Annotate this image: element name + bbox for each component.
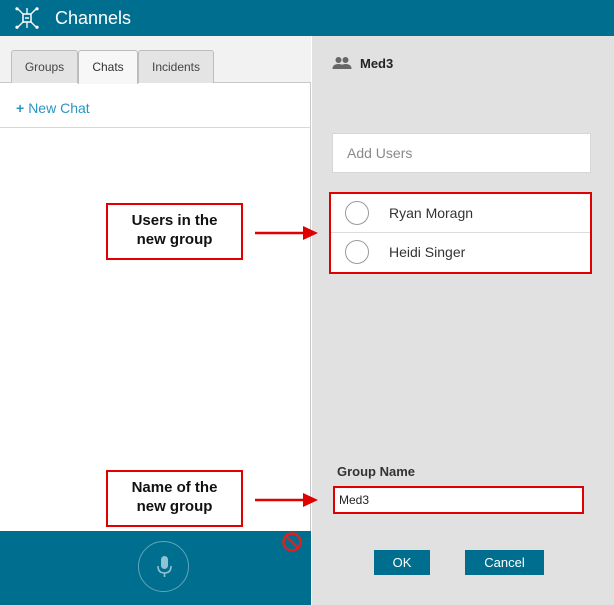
callout-name-line1: Name of the [131, 479, 218, 496]
user-radio[interactable] [345, 240, 369, 264]
no-entry-icon[interactable] [281, 531, 303, 553]
network-hub-icon [15, 7, 39, 29]
users-list: Ryan Moragn Heidi Singer [329, 192, 592, 274]
new-chat-label: New Chat [28, 100, 90, 116]
user-name: Ryan Moragn [389, 205, 474, 221]
callout-group-name: Name of the new group [106, 470, 243, 527]
callout-name-line2: new group [136, 498, 213, 515]
microphone-button[interactable] [138, 541, 189, 592]
user-row[interactable]: Heidi Singer [331, 233, 590, 272]
arrow-right-icon [255, 493, 318, 507]
chat-footer-bar [0, 531, 311, 605]
tab-groups[interactable]: Groups [11, 50, 78, 83]
new-chat-link[interactable]: + New Chat [16, 100, 90, 116]
user-radio[interactable] [345, 201, 369, 225]
callout-users: Users in the new group [106, 203, 243, 260]
add-users-input[interactable] [333, 134, 590, 172]
callout-users-line1: Users in the [131, 212, 218, 229]
microphone-icon [157, 556, 172, 577]
tab-chats[interactable]: Chats [78, 50, 138, 84]
divider [0, 127, 311, 128]
people-icon [332, 57, 352, 69]
add-users-field[interactable] [332, 133, 591, 173]
cancel-button[interactable]: Cancel [465, 550, 544, 575]
group-details-panel: Med3 Ryan Moragn Heidi Singer Group Name… [312, 36, 614, 605]
app-title: Channels [55, 8, 132, 28]
plus-icon: + [16, 100, 25, 116]
tab-strip: Groups Chats Incidents [0, 36, 311, 84]
tab-incidents[interactable]: Incidents [138, 50, 214, 83]
group-name-field[interactable] [333, 486, 584, 514]
ok-button[interactable]: OK [374, 550, 430, 575]
app-header: Channels [0, 0, 614, 36]
group-name-input[interactable] [335, 488, 582, 512]
group-name-label: Group Name [337, 464, 416, 479]
arrow-right-icon [255, 226, 318, 240]
user-name: Heidi Singer [389, 244, 466, 260]
user-row[interactable]: Ryan Moragn [331, 194, 590, 233]
group-title: Med3 [360, 56, 394, 71]
callout-users-line2: new group [136, 231, 213, 248]
